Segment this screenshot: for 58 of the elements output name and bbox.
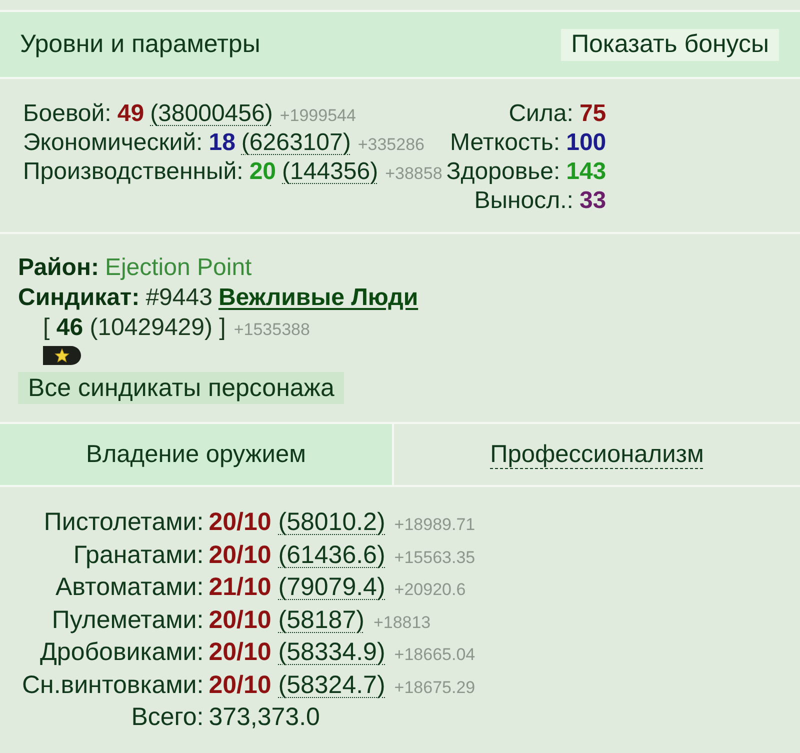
- weapon-label: Пулеметами:: [52, 604, 204, 636]
- gain-value: +38858: [385, 163, 442, 185]
- experience-value: (6263107): [241, 128, 351, 157]
- total-value: 373,373.0: [208, 702, 320, 733]
- experience-value: (61436.6): [278, 540, 386, 570]
- level-label: Боевой:: [23, 99, 112, 128]
- total-label: Всего:: [131, 702, 204, 733]
- experience-value: (58324.7): [278, 670, 386, 700]
- weapon-skill-value: 20/10: [208, 604, 272, 636]
- all-syndicates-button[interactable]: Все синдикаты персонажа: [18, 372, 344, 404]
- syndicate-label: Синдикат:: [18, 283, 140, 313]
- gain-value: +18813: [373, 612, 431, 634]
- star-badge-icon: [43, 346, 81, 365]
- gain-value: +18675.29: [394, 676, 476, 698]
- stat-value: 100: [566, 128, 606, 157]
- weapon-skill-value: 20/10: [208, 637, 272, 668]
- syndicate-link[interactable]: Вежливые Люди: [218, 283, 418, 313]
- level-value: 18: [208, 128, 236, 157]
- gain-value: +15563.35: [394, 546, 476, 568]
- syndicate-rank: [ 46 (10429429) ]: [43, 313, 226, 343]
- gain-value: +18989.71: [394, 514, 476, 536]
- weapon-label: Автоматами:: [56, 572, 204, 603]
- gain-value: +335286: [358, 134, 424, 156]
- district-label: Район:: [18, 253, 99, 283]
- stat-value: 143: [566, 157, 606, 186]
- level-value: 49: [117, 99, 144, 128]
- gain-value: +20920.6: [394, 579, 466, 601]
- gain-value: +1535388: [234, 319, 310, 341]
- stat-value: 33: [579, 186, 606, 215]
- stat-value: 75: [579, 99, 606, 128]
- tab[interactable]: Владение оружием: [0, 424, 392, 485]
- level-label: Производственный:: [23, 157, 244, 186]
- district-value: Ejection Point: [104, 253, 252, 283]
- weapon-label: Гранатами:: [73, 540, 204, 570]
- experience-value: (144356): [282, 157, 378, 186]
- experience-value: (79079.4): [278, 572, 386, 603]
- stat-label: Здоровье:: [446, 157, 560, 186]
- weapon-label: Дробовиками:: [40, 637, 204, 668]
- experience-value: (58010.2): [278, 507, 386, 538]
- level-label: Экономический:: [23, 128, 203, 157]
- weapon-skill-value: 20/10: [208, 670, 272, 700]
- weapon-skill-value: 20/10: [208, 540, 272, 570]
- weapon-skill-value: 20/10: [208, 507, 272, 538]
- section-title: Уровни и параметры: [20, 30, 260, 59]
- stat-label: Меткость:: [450, 128, 560, 157]
- stat-label: Сила:: [508, 99, 574, 128]
- level-value: 20: [249, 157, 276, 186]
- experience-value: (58334.9): [278, 637, 386, 668]
- experience-value: (58187): [278, 604, 364, 636]
- gain-value: +18665.04: [394, 644, 476, 666]
- weapon-label: Сн.винтовками:: [22, 670, 204, 700]
- stat-label: Выносл.:: [474, 186, 574, 215]
- syndicate-number: #9443: [146, 283, 212, 313]
- weapon-label: Пистолетами:: [44, 507, 204, 538]
- weapon-skill-value: 21/10: [208, 572, 272, 603]
- gain-value: +1999544: [280, 105, 356, 127]
- show-bonuses-button[interactable]: Показать бонусы: [561, 28, 779, 60]
- experience-value: (38000456): [150, 99, 273, 128]
